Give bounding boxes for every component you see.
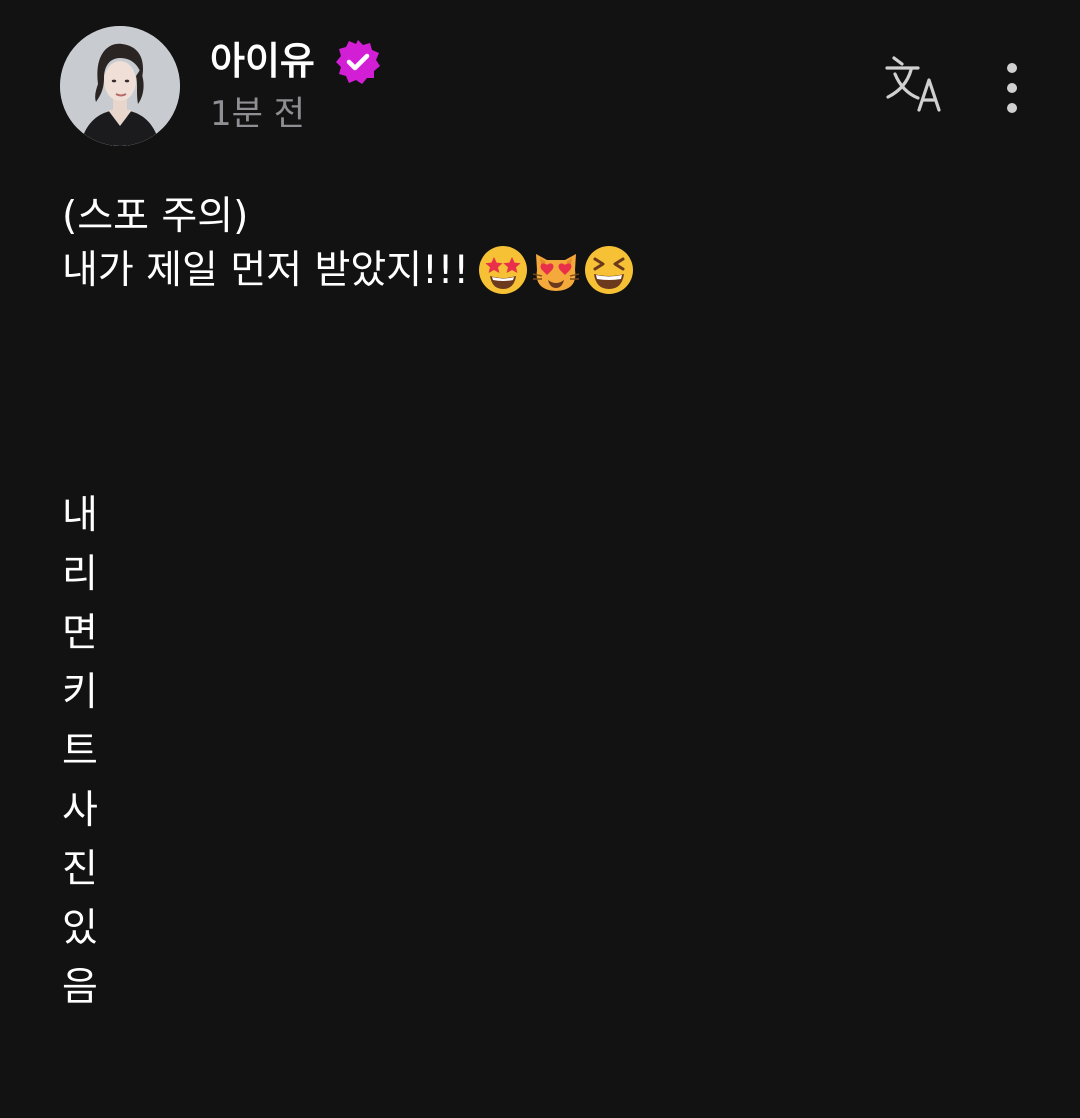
star-struck-emoji-icon xyxy=(479,245,528,294)
vertical-char: 키 xyxy=(62,670,98,715)
vertical-char: 리 xyxy=(62,552,98,597)
vertical-char: 트 xyxy=(62,729,98,774)
emoji-row xyxy=(477,241,636,296)
avatar-photo xyxy=(60,26,180,146)
author-name[interactable]: 아이유 xyxy=(210,36,315,86)
heart-eyes-cat-emoji-icon xyxy=(532,253,580,291)
grinning-squinting-emoji-icon xyxy=(585,245,634,294)
post-timestamp: 1분 전 xyxy=(210,94,305,134)
translate-button[interactable] xyxy=(884,56,950,116)
vertical-char: 사 xyxy=(62,788,98,833)
vertical-char: 진 xyxy=(62,847,98,892)
post-line-main-text: 내가 제일 먼저 받았지!!! xyxy=(62,248,470,293)
translate-icon xyxy=(885,56,941,112)
post-line-spoiler: (스포 주의) xyxy=(62,194,249,239)
verified-badge-icon xyxy=(334,38,382,86)
vertical-char: 있 xyxy=(62,906,98,951)
post-header: 아이유 1분 전 xyxy=(0,0,1080,170)
post-body: (스포 주의) 내가 제일 먼저 받았지!!! xyxy=(62,190,1022,300)
avatar[interactable] xyxy=(60,26,180,146)
vertical-char: 내 xyxy=(62,493,98,538)
more-options-button[interactable] xyxy=(990,58,1034,118)
more-vertical-icon xyxy=(1007,63,1017,113)
post-line-main: 내가 제일 먼저 받았지!!! xyxy=(62,244,1022,300)
vertical-text: 내 리 면 키 트 사 진 있 음 xyxy=(62,486,122,1017)
vertical-char: 음 xyxy=(62,965,98,1010)
vertical-char: 면 xyxy=(62,611,98,656)
